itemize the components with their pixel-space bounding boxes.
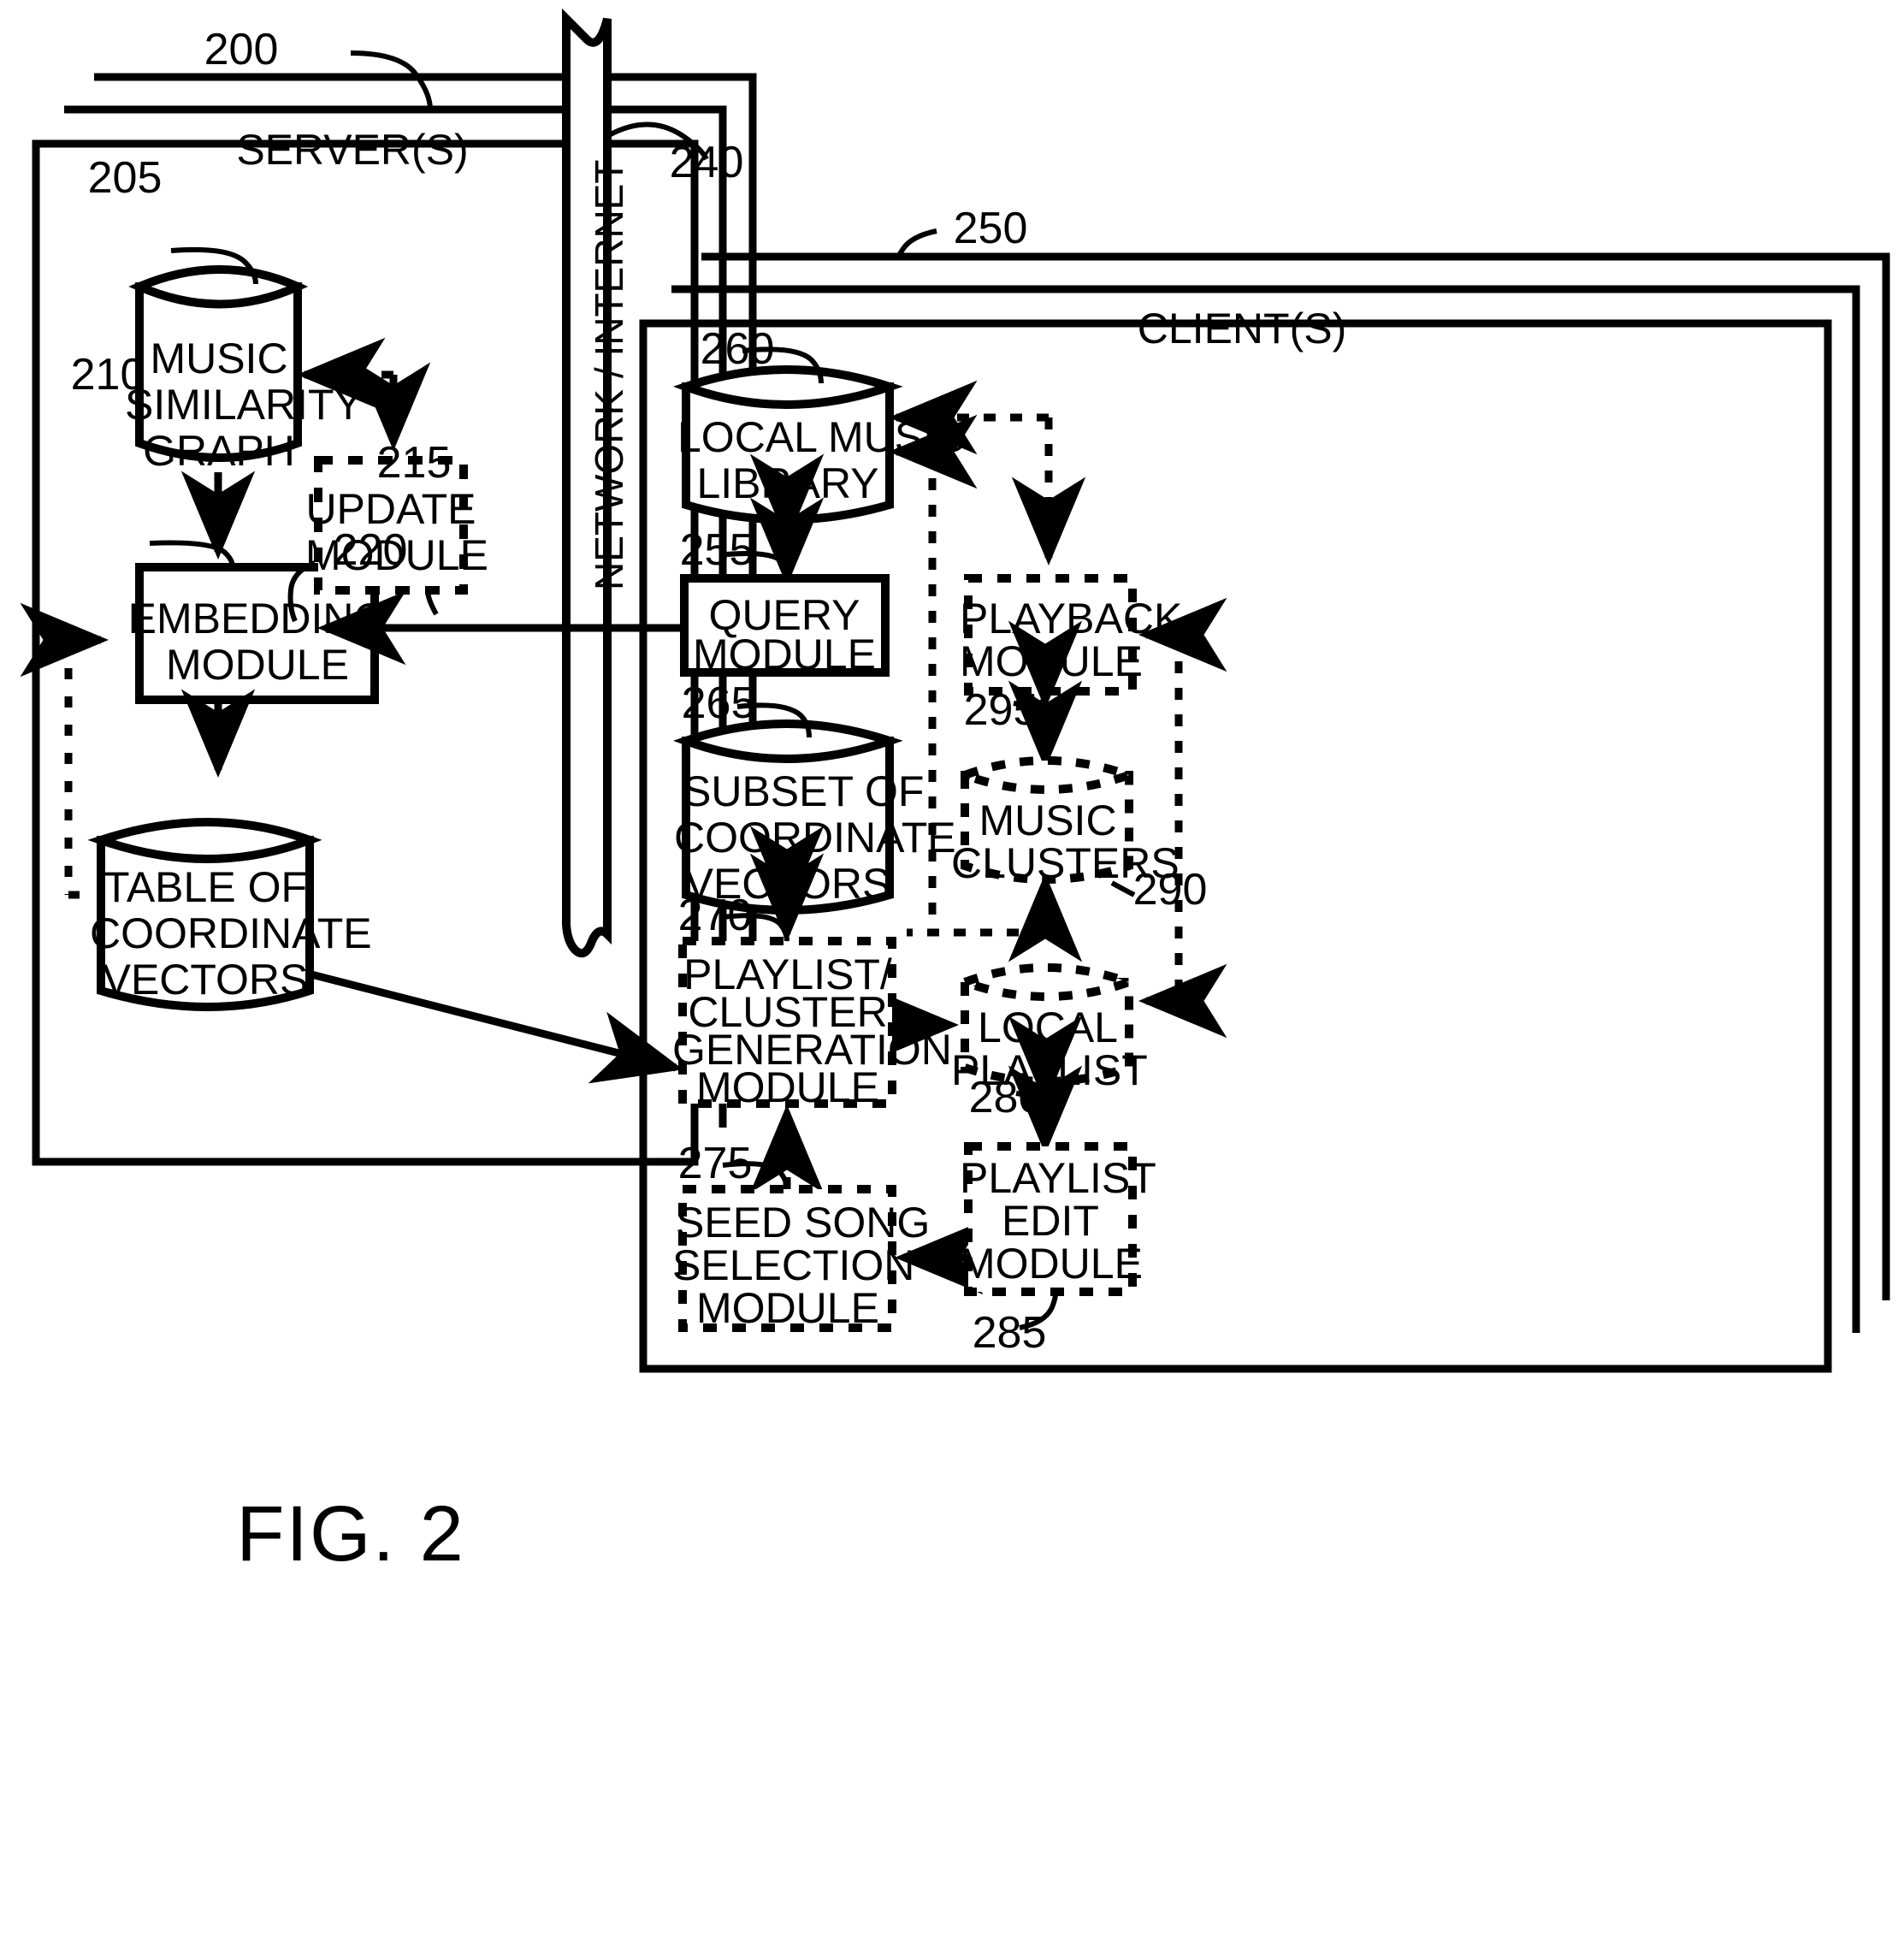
figure-canvas: 200 205 210 215 220 240 250 255 260 265 …: [0, 0, 1904, 1942]
ref-260: 260: [700, 324, 775, 374]
subset-coord-vectors-label-1: SUBSET OF: [683, 767, 925, 815]
ref-265: 265: [681, 678, 756, 728]
update-module-label-2: MODULE: [305, 531, 488, 579]
music-similarity-graph-label-3: GRAPH: [143, 427, 295, 475]
query-module-label-2: MODULE: [693, 631, 876, 678]
embedding-module-label-1: EMBEDDING: [127, 595, 387, 642]
subset-coord-vectors-label-3: VECTORS: [684, 860, 891, 908]
music-similarity-graph-label-2: SIMILARITY: [125, 381, 363, 429]
local-music-library-label-1: LOCAL MUSIC: [677, 413, 967, 461]
table-coord-vectors-top: [87, 818, 322, 863]
music-similarity-graph-label-1: MUSIC: [150, 335, 288, 382]
playlist-edit-label-3: MODULE: [960, 1240, 1143, 1288]
network-band-label: NETWORK / INTERNET: [587, 159, 631, 590]
update-module-label-1: UPDATE: [305, 485, 476, 533]
leader-200: [350, 50, 433, 110]
ref-240: 240: [669, 138, 744, 187]
ref-285: 285: [972, 1308, 1047, 1358]
table-coord-vectors-label-2: COORDINATE: [90, 909, 372, 957]
embedding-module-label-2: MODULE: [166, 641, 349, 689]
ref-255: 255: [679, 525, 754, 575]
ref-215: 215: [376, 438, 452, 488]
ref-275: 275: [677, 1139, 753, 1188]
local-playlist-label-2: PLAYLIST: [951, 1046, 1148, 1094]
ref-295: 295: [963, 685, 1038, 735]
table-coord-vectors-label-1: TABLE OF: [103, 863, 307, 911]
subset-coord-vectors-label-2: COORDINATE: [674, 814, 956, 861]
seed-song-label-3: MODULE: [696, 1284, 879, 1332]
figure-caption: FIG. 2: [236, 1490, 465, 1578]
local-music-library-label-2: LIBRARY: [696, 459, 879, 507]
music-similarity-graph-top: [128, 265, 309, 309]
server-panel-title: SERVER(S): [236, 126, 469, 174]
playback-module-label-2: MODULE: [960, 637, 1143, 685]
music-clusters-label-2: CLUSTERS: [951, 839, 1180, 887]
ref-200: 200: [204, 25, 279, 74]
ref-250: 250: [953, 204, 1028, 253]
table-coord-vectors-label-3: VECTORS: [102, 956, 309, 1004]
client-panel-title: CLIENT(S): [1137, 305, 1347, 352]
arrow-table-to-subset: [306, 969, 683, 1084]
playlist-generation-label-4: MODULE: [696, 1063, 879, 1111]
